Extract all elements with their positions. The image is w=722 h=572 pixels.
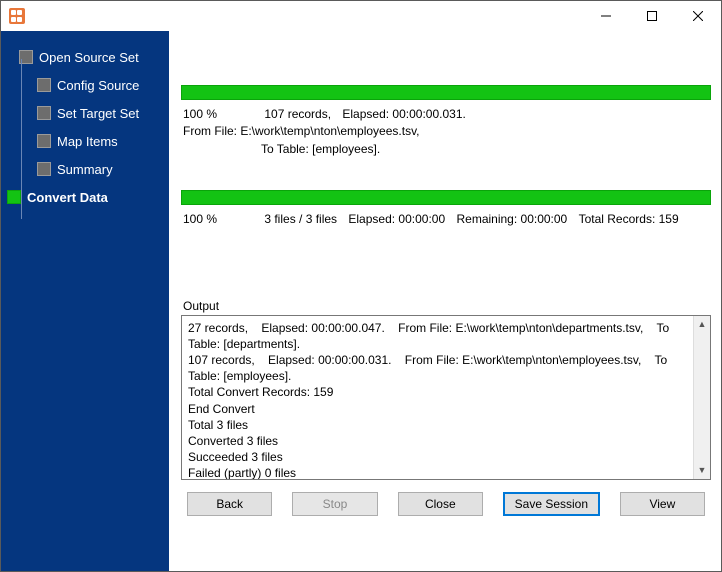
file-progress-from: From File: E:\work\temp\nton\employees.t… [183,123,420,140]
status-box-icon [37,162,51,176]
view-button[interactable]: View [620,492,705,516]
app-icon [9,8,25,24]
total-progress-remaining: Remaining: 00:00:00 [456,211,567,228]
status-box-icon [37,78,51,92]
file-progress-info: 100 % 107 records, Elapsed: 00:00:00.031… [181,106,711,158]
total-progress-elapsed: Elapsed: 00:00:00 [348,211,445,228]
back-button[interactable]: Back [187,492,272,516]
total-progress-info: 100 % 3 files / 3 files Elapsed: 00:00:0… [181,211,711,228]
file-progress-records: 107 records, [264,106,331,123]
total-progress-bar [181,190,711,205]
output-text: 27 records, Elapsed: 00:00:00.047. From … [188,321,672,480]
sidebar-item-label: Open Source Set [39,50,139,65]
scroll-down-icon[interactable]: ▼ [694,462,710,479]
total-progress-total: Total Records: 159 [579,211,679,228]
output-textarea[interactable]: 27 records, Elapsed: 00:00:00.047. From … [181,315,711,480]
sidebar: Open Source Set Config Source Set Target… [1,31,169,571]
file-progress-bar [181,85,711,100]
minimize-button[interactable] [583,1,629,31]
file-progress-percent: 100 % [183,106,253,123]
main-panel: 100 % 107 records, Elapsed: 00:00:00.031… [169,31,721,571]
sidebar-item-open-source-set[interactable]: Open Source Set [19,45,165,69]
titlebar [1,1,721,31]
total-progress-files: 3 files / 3 files [264,211,337,228]
sidebar-item-label: Set Target Set [57,106,139,121]
sidebar-item-map-items[interactable]: Map Items [37,129,165,153]
file-progress-elapsed: Elapsed: 00:00:00.031. [342,106,465,123]
status-box-icon [37,106,51,120]
sidebar-item-label: Convert Data [27,190,108,205]
sidebar-item-summary[interactable]: Summary [37,157,165,181]
sidebar-item-label: Summary [57,162,113,177]
file-progress-to: To Table: [employees]. [261,141,380,158]
status-box-icon [37,134,51,148]
scrollbar[interactable]: ▲▼ [693,316,710,479]
app-window: Open Source Set Config Source Set Target… [0,0,722,572]
sidebar-item-set-target-set[interactable]: Set Target Set [37,101,165,125]
total-progress-percent: 100 % [183,211,253,228]
close-button-footer[interactable]: Close [398,492,483,516]
status-box-icon [7,190,21,204]
close-button[interactable] [675,1,721,31]
scroll-up-icon[interactable]: ▲ [694,316,710,333]
sidebar-item-label: Map Items [57,134,118,149]
output-label: Output [181,299,711,313]
sidebar-item-config-source[interactable]: Config Source [37,73,165,97]
save-session-button[interactable]: Save Session [503,492,600,516]
maximize-button[interactable] [629,1,675,31]
sidebar-item-convert-data[interactable]: Convert Data [7,185,165,209]
stop-button: Stop [292,492,377,516]
sidebar-item-label: Config Source [57,78,139,93]
button-row: Back Stop Close Save Session View [181,480,711,524]
